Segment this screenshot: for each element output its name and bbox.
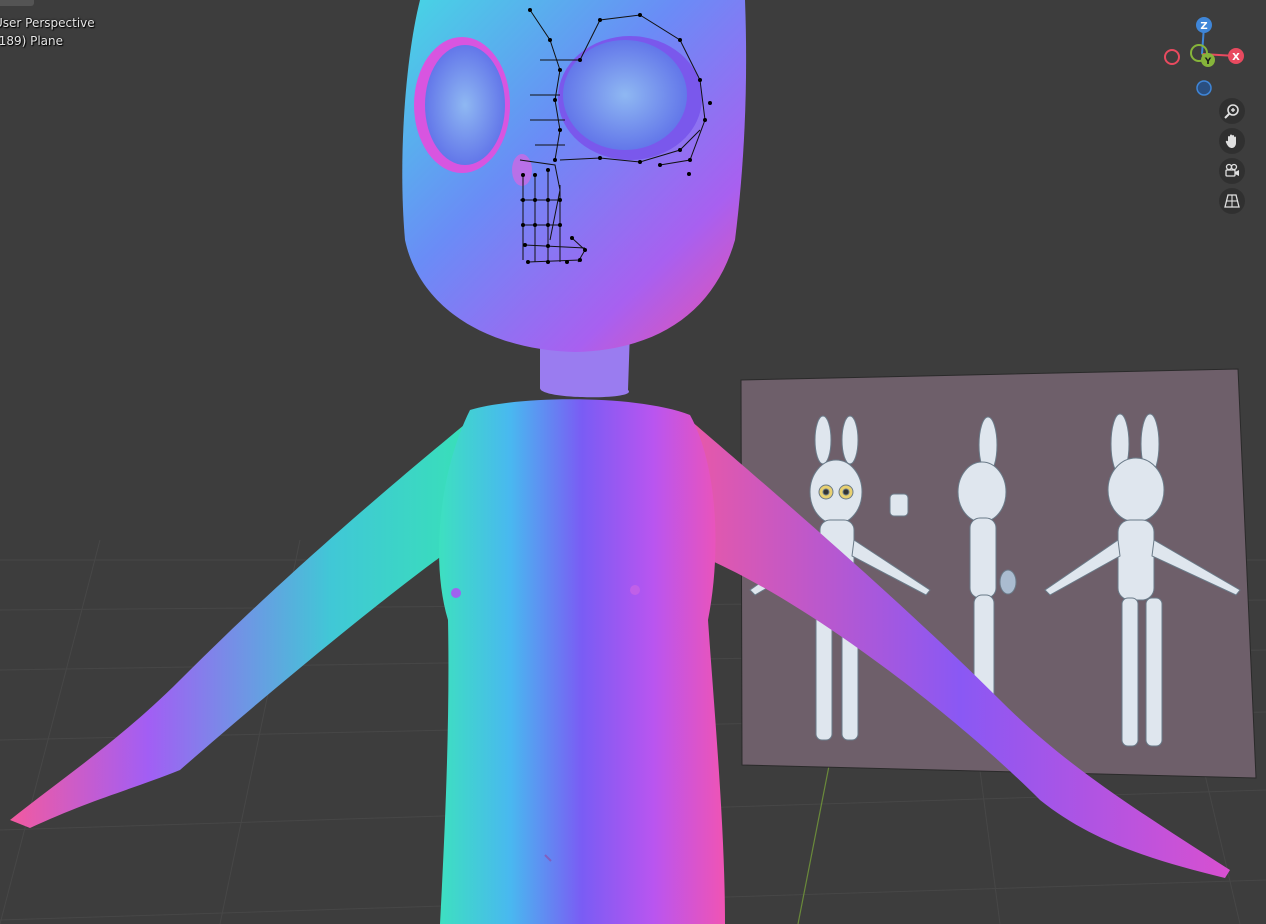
gizmo-z-label: Z	[1200, 21, 1207, 32]
grid-icon	[1224, 194, 1240, 208]
header-stub	[0, 0, 34, 6]
ortho-toggle-button[interactable]	[1219, 188, 1245, 214]
view-name-label: User Perspective	[0, 16, 95, 30]
scene-canvas[interactable]	[0, 0, 1266, 924]
camera-view-button[interactable]	[1219, 158, 1245, 184]
camera-icon	[1225, 163, 1239, 177]
zoom-button[interactable]	[1219, 98, 1245, 124]
zoom-icon	[1224, 104, 1239, 119]
ref-hand	[889, 493, 909, 517]
gizmo-neg-x	[1164, 49, 1180, 65]
3d-viewport[interactable]: User Perspective (189) Plane Z X Y	[0, 0, 1266, 924]
gizmo-x-label: X	[1232, 52, 1240, 63]
object-info-label: (189) Plane	[0, 34, 63, 48]
gizmo-y-label: Y	[1204, 57, 1212, 67]
navigation-gizmo[interactable]: Z X Y	[1160, 14, 1250, 104]
hand-icon	[1225, 134, 1236, 148]
gizmo-neg-z	[1196, 80, 1212, 96]
pan-button[interactable]	[1219, 128, 1245, 154]
